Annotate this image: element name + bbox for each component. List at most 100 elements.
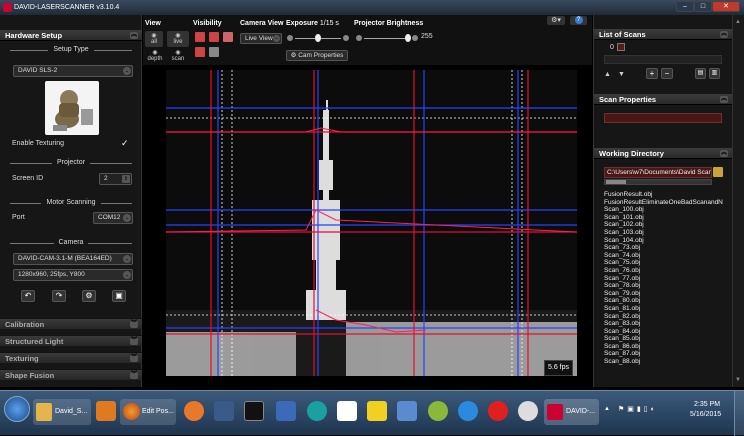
ie-icon[interactable]	[458, 401, 478, 421]
setup-type-select[interactable]: DAVID SLS-2 ⌄	[13, 65, 133, 77]
file-list-item[interactable]: Scan_80.obj	[604, 297, 730, 305]
file-list-item[interactable]: Scan_101.obj	[604, 214, 730, 222]
file-list-item[interactable]: Scan_100.obj	[604, 206, 730, 214]
path-scrollbar[interactable]	[604, 179, 712, 185]
calibration-header[interactable]: Calibration ︾	[0, 318, 142, 329]
minimize-button[interactable]: –	[676, 1, 694, 12]
blender-icon[interactable]	[184, 401, 204, 421]
shape-fusion-header[interactable]: Shape Fusion ︾	[0, 369, 142, 380]
file-list-item[interactable]: Scan_73.obj	[604, 244, 730, 252]
camera-viewport[interactable]: 5.6 fps	[166, 70, 577, 376]
structured-light-header[interactable]: Structured Light ︾	[0, 335, 142, 346]
close-button[interactable]: ✕	[712, 1, 740, 12]
scroll-up-icon[interactable]: ▲	[735, 19, 741, 25]
show-hidden-icons[interactable]: ▲	[604, 406, 610, 412]
folder-browse-icon[interactable]	[713, 167, 723, 177]
camera-settings-button[interactable]: ⚙	[82, 290, 96, 302]
file-list-item[interactable]: Scan_77.obj	[604, 275, 730, 283]
exposure-slider[interactable]	[287, 34, 349, 42]
file-list-item[interactable]: Scan_83.obj	[604, 320, 730, 328]
format-select[interactable]: 1280x960, 25fps, Y800 ⌄	[13, 269, 133, 281]
move-down-icon[interactable]: ▼	[618, 71, 625, 78]
show-desktop-button[interactable]	[734, 391, 744, 436]
port-select[interactable]: COM12 ⌄	[93, 212, 133, 224]
arduino-icon[interactable]	[307, 401, 327, 421]
tray-icons[interactable]: ⚑▣▮▯◐	[618, 405, 678, 415]
file-list-item[interactable]: Scan_78.obj	[604, 282, 730, 290]
vs-icon[interactable]	[337, 401, 357, 421]
move-up-icon[interactable]: ▲	[604, 71, 611, 78]
file-list-item[interactable]: FusionResultEliminateOneBadScanandN	[604, 199, 730, 207]
load-scan-button[interactable]: ▥	[709, 68, 720, 79]
scan-properties-header[interactable]: Scan Properties ︽	[594, 94, 732, 105]
visibility-image-icon[interactable]	[223, 32, 233, 42]
scan-list[interactable]	[604, 55, 722, 64]
taskbar-firefox[interactable]: Edit Pos...	[120, 399, 176, 425]
start-button[interactable]	[4, 396, 30, 422]
minus-icon[interactable]	[287, 35, 293, 41]
terminal-icon[interactable]	[244, 401, 264, 421]
file-list-item[interactable]: Scan_86.obj	[604, 343, 730, 351]
screen-id-stepper[interactable]: 2 ⇕	[99, 173, 132, 185]
file-list-item[interactable]: Scan_75.obj	[604, 259, 730, 267]
remove-scan-button[interactable]: −	[661, 68, 673, 79]
visibility-camera-icon[interactable]	[195, 47, 205, 57]
app-icon[interactable]	[428, 401, 448, 421]
directory-path-field[interactable]: C:\Users\w7\Documents\David Scan	[604, 167, 712, 178]
expand-icon[interactable]: ︾	[130, 372, 138, 379]
clock-time[interactable]: 2:35 PM	[694, 401, 720, 408]
list-of-scans-header[interactable]: List of Scans ︽	[594, 29, 732, 40]
warning-app-icon[interactable]	[367, 401, 387, 421]
expand-icon[interactable]: ︾	[130, 355, 138, 362]
taskbar-explorer[interactable]: David_S...	[33, 399, 91, 425]
file-list[interactable]: FusionResult.obj FusionResultEliminateOne…	[604, 191, 730, 387]
scan-properties-field[interactable]	[604, 113, 722, 123]
visibility-mesh-icon[interactable]	[209, 47, 219, 57]
network-app-icon[interactable]	[214, 401, 234, 421]
plus-icon[interactable]	[412, 35, 418, 41]
expand-icon[interactable]: ︾	[130, 321, 138, 328]
file-list-item[interactable]: Scan_102.obj	[604, 221, 730, 229]
brightness-slider-thumb[interactable]	[405, 34, 411, 42]
rotate-left-button[interactable]: ↶	[21, 290, 35, 302]
file-list-item[interactable]: Scan_82.obj	[604, 313, 730, 321]
camera-view-select[interactable]: Live View ⌄	[240, 33, 282, 44]
view-live-button[interactable]: ◉ live	[167, 31, 189, 47]
minus-icon[interactable]	[356, 35, 362, 41]
scan-visibility-checkbox[interactable]	[617, 43, 625, 51]
expand-icon[interactable]: ︾	[130, 338, 138, 345]
maximize-button[interactable]: □	[694, 1, 712, 12]
visibility-grid-icon[interactable]	[195, 32, 205, 42]
file-list-item[interactable]: Scan_103.obj	[604, 229, 730, 237]
camera-snapshot-button[interactable]: ▣	[112, 290, 126, 302]
collapse-icon[interactable]: ︽	[720, 31, 728, 38]
chrome-icon[interactable]	[518, 401, 538, 421]
file-list-item[interactable]: Scan_74.obj	[604, 252, 730, 260]
calculator-icon[interactable]	[397, 401, 417, 421]
view-scan-button[interactable]: ◉ scan	[168, 49, 188, 62]
visibility-laser-icon[interactable]	[209, 32, 219, 42]
view-depth-button[interactable]: ◉ depth	[145, 49, 165, 62]
settings-menu-button[interactable]: ⚙▾	[547, 16, 565, 25]
collapse-icon[interactable]: ︽	[130, 32, 138, 39]
add-scan-button[interactable]: +	[646, 68, 658, 79]
collapse-icon[interactable]: ︽	[720, 96, 728, 103]
enable-texturing-checkbox[interactable]: ✓	[121, 139, 130, 148]
save-scan-button[interactable]: ▤	[695, 68, 706, 79]
file-list-item[interactable]: Scan_88.obj	[604, 358, 730, 366]
scroll-down-icon[interactable]: ▼	[735, 377, 741, 383]
monitor-app-icon[interactable]	[276, 401, 296, 421]
media-player-icon[interactable]	[96, 401, 116, 421]
rotate-right-button[interactable]: ↷	[52, 290, 66, 302]
camera-select[interactable]: DAVID-CAM-3.1-M (BEA164ED) ⌄	[13, 253, 133, 265]
file-list-item[interactable]: Scan_104.obj	[604, 237, 730, 245]
exposure-slider-thumb[interactable]	[315, 34, 321, 42]
file-list-item[interactable]: Scan_81.obj	[604, 305, 730, 313]
file-list-item[interactable]: Scan_87.obj	[604, 350, 730, 358]
stepper-icon[interactable]: ⇕	[122, 175, 130, 183]
app-icon[interactable]	[488, 401, 508, 421]
plus-icon[interactable]	[343, 35, 349, 41]
hardware-setup-header[interactable]: Hardware Setup ︽	[0, 30, 142, 41]
brightness-slider[interactable]	[356, 34, 418, 42]
file-list-item[interactable]: Scan_79.obj	[604, 290, 730, 298]
